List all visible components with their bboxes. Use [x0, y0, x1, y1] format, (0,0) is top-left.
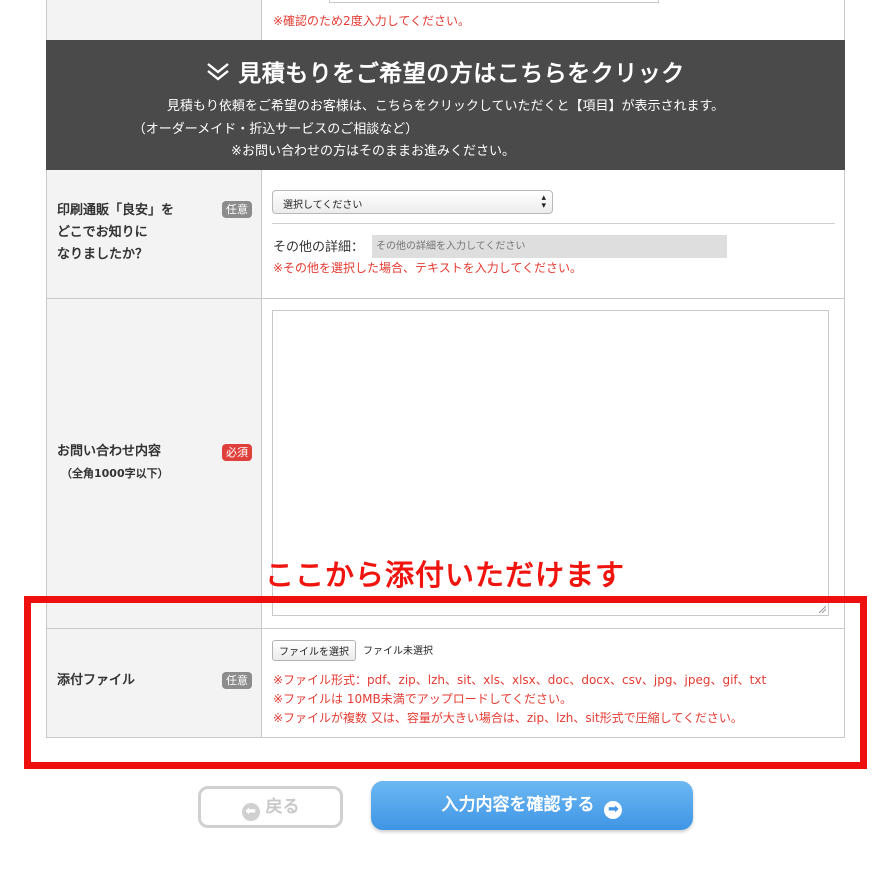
attach-annotation: ここから添付いただけます — [265, 558, 626, 592]
select-updown-icon: ▴ ▾ — [541, 193, 546, 211]
attach-highlight-box — [24, 596, 867, 769]
optional-badge: 任意 — [222, 201, 252, 218]
inquiry-label-cell: お問い合わせ内容 （全角1000字以下） 必須 — [47, 299, 262, 628]
confirm-submit-button[interactable]: 入力内容を確認する ➡ — [371, 781, 693, 830]
source-label-cell: 印刷通販「良安」を どこでお知りに なりましたか？ 任意 — [47, 170, 262, 298]
source-label-2: どこでお知りに — [57, 225, 148, 240]
banner-title: 見積もりをご希望の方はこちらをクリック — [238, 61, 685, 87]
back-button[interactable]: ⬅ 戻る — [198, 786, 343, 828]
inquiry-sublabel: （全角1000字以下） — [61, 467, 169, 480]
confirm-row: ※確認のため2度入力してください。 — [46, 0, 845, 40]
estimate-toggle-banner[interactable]: 見積もりをご希望の方はこちらをクリック 見積もり依頼をご希望のお客様は、こちらを… — [46, 40, 845, 170]
confirm-label-cell — [47, 0, 262, 40]
banner-line-3: ※お問い合わせの方はそのままお進みください。 — [231, 144, 515, 159]
banner-line-2: （オーダーメイド・折込サービスのご相談など） — [132, 122, 419, 137]
inquiry-label: お問い合わせ内容 — [57, 444, 162, 459]
arrow-left-circle-icon: ⬅ — [241, 803, 260, 821]
source-row: 印刷通販「良安」を どこでお知りに なりましたか？ 任意 選択してください ▴ ▾… — [46, 170, 845, 299]
double-chevron-down-icon — [206, 62, 230, 88]
banner-line-1: 見積もり依頼をご希望のお客様は、こちらをクリックしていただくと【項目】が表示され… — [166, 99, 725, 114]
banner-title-wrap: 見積もりをご希望の方はこちらをクリック — [46, 54, 845, 88]
required-badge: 必須 — [222, 444, 252, 461]
confirm-note: ※確認のため2度入力してください。 — [273, 14, 470, 28]
source-label-3: なりましたか？ — [57, 247, 149, 262]
confirm-input[interactable] — [329, 0, 659, 3]
source-select-value: 選択してください — [283, 200, 363, 211]
other-detail-input[interactable] — [372, 235, 727, 258]
arrow-right-circle-icon: ➡ — [604, 801, 623, 819]
source-select[interactable]: 選択してください ▴ ▾ — [272, 190, 553, 214]
source-divider — [272, 223, 835, 224]
source-label-1: 印刷通販「良安」を — [57, 203, 175, 218]
back-button-label: 戻る — [265, 797, 300, 817]
other-detail-label: その他の詳細： — [273, 240, 365, 255]
other-detail-note: ※その他を選択した場合、テキストを入力してください。 — [273, 261, 582, 275]
submit-button-label: 入力内容を確認する — [441, 795, 595, 815]
